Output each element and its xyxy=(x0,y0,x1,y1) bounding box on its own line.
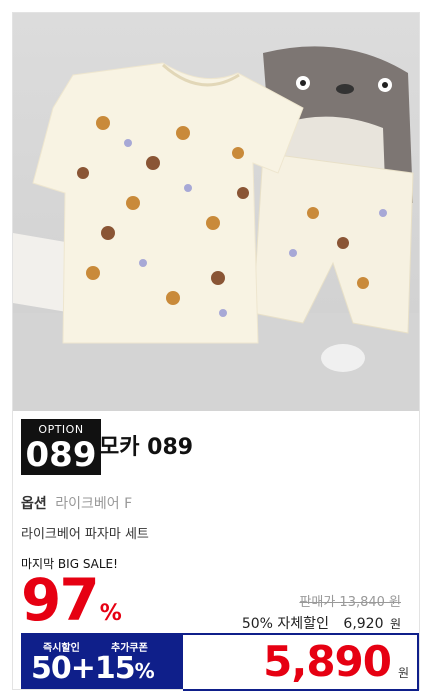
option-key: 옵션 xyxy=(21,496,47,512)
coupon-badge: 즉시할인 추가쿠폰 50+15% xyxy=(21,633,183,689)
coupon-combo-value: 50+15 xyxy=(31,651,136,686)
option-row: 옵션 라이크베어 F xyxy=(21,493,132,513)
discount-percent: 97% xyxy=(21,567,122,633)
discount-sign: % xyxy=(99,601,122,626)
option-value: 라이크베어 F xyxy=(55,496,133,512)
product-title: 모카 089 xyxy=(99,435,194,460)
original-price: 판매가 13,840 원 xyxy=(299,595,401,610)
final-price: 5,890 xyxy=(263,637,392,686)
final-price-box[interactable]: 5,890 원 xyxy=(183,633,419,691)
product-description: 라이크베어 파자마 세트 xyxy=(21,527,149,542)
option-badge: OPTION 089 xyxy=(21,419,101,475)
discount-number: 97 xyxy=(21,566,100,634)
coupon-combo-sign: % xyxy=(134,659,155,683)
self-discount-price: 6,920 xyxy=(343,616,384,632)
self-discount-label: 50% 자체할인 xyxy=(241,616,329,632)
self-discount-unit: 원 xyxy=(389,617,401,631)
coupon-combo: 50+15% xyxy=(31,651,155,689)
final-price-unit: 원 xyxy=(397,666,409,680)
option-number: 089 xyxy=(25,435,97,475)
product-card[interactable]: OPTION 089 모카 089 옵션 라이크베어 F 라이크베어 파자마 세… xyxy=(12,12,420,691)
self-discount-row: 50% 자체할인 6,920 원 xyxy=(242,613,401,633)
product-photo xyxy=(13,13,419,411)
